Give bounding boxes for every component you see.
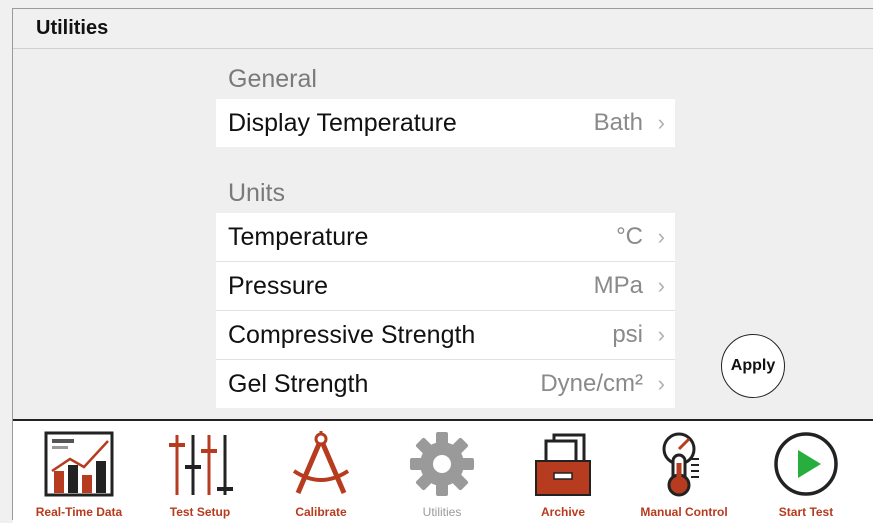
toolbar-label: Archive	[540, 505, 586, 519]
setting-label: Temperature	[228, 222, 369, 251]
apply-button[interactable]: Apply	[721, 334, 785, 398]
setting-label: Compressive Strength	[228, 320, 476, 349]
toolbar-archive-button[interactable]: Archive	[503, 425, 623, 521]
title-bar: Utilities	[13, 9, 873, 49]
setting-row-temperature[interactable]: Temperature °C ›	[216, 213, 675, 262]
toolbar-real-time-data-button[interactable]: Real-Time Data	[19, 425, 139, 521]
units-settings-group: Temperature °C › Pressure MPa › Compress…	[216, 213, 675, 408]
toolbar-start-test-button[interactable]: Start Test	[746, 425, 866, 521]
setting-row-pressure[interactable]: Pressure MPa ›	[216, 262, 675, 311]
chevron-right-icon: ›	[657, 273, 665, 298]
setting-row-display-temperature[interactable]: Display Temperature Bath ›	[216, 99, 675, 147]
app-window: Utilities General Display Temperature Ba…	[12, 8, 873, 523]
chevron-right-icon: ›	[657, 110, 665, 135]
chevron-right-icon: ›	[657, 322, 665, 347]
section-title-units: Units	[228, 179, 285, 207]
toolbar-label: Manual Control	[640, 505, 728, 519]
archive-box-icon	[535, 433, 591, 496]
setting-row-compressive-strength[interactable]: Compressive Strength psi ›	[216, 311, 675, 360]
setting-label: Gel Strength	[228, 369, 369, 398]
setting-value: psi	[612, 321, 643, 348]
toolbar-label: Test Setup	[169, 505, 231, 519]
toolbar-label: Utilities	[422, 505, 462, 519]
toolbar-calibrate-button[interactable]: Calibrate	[261, 425, 381, 521]
toolbar-manual-control-button[interactable]: Manual Control	[624, 425, 744, 521]
chart-icon	[44, 431, 114, 497]
setting-value: °C	[616, 223, 643, 250]
general-settings-group: Display Temperature Bath ›	[216, 99, 675, 147]
setting-value: Dyne/cm²	[540, 370, 643, 397]
compass-icon	[292, 431, 350, 494]
sliders-icon	[169, 435, 233, 495]
toolbar-label: Calibrate	[295, 505, 347, 519]
gear-icon	[410, 432, 474, 496]
thermometer-gauge-icon	[662, 432, 699, 497]
setting-value: Bath	[593, 109, 643, 136]
setting-value: MPa	[593, 272, 643, 299]
toolbar-label: Real-Time Data	[35, 505, 123, 519]
page-title: Utilities	[36, 17, 109, 39]
play-icon	[774, 432, 838, 496]
toolbar-utilities-button[interactable]: Utilities	[382, 425, 502, 521]
bottom-toolbar: Real-Time Data Test Setup Calibrate Util…	[13, 419, 873, 523]
chevron-right-icon: ›	[657, 224, 665, 249]
setting-label: Pressure	[228, 271, 329, 300]
setting-label: Display Temperature	[228, 108, 457, 137]
chevron-right-icon: ›	[657, 371, 665, 396]
toolbar-test-setup-button[interactable]: Test Setup	[140, 425, 260, 521]
section-title-general: General	[228, 65, 317, 93]
toolbar-label: Start Test	[778, 505, 834, 519]
setting-row-gel-strength[interactable]: Gel Strength Dyne/cm² ›	[216, 360, 675, 408]
